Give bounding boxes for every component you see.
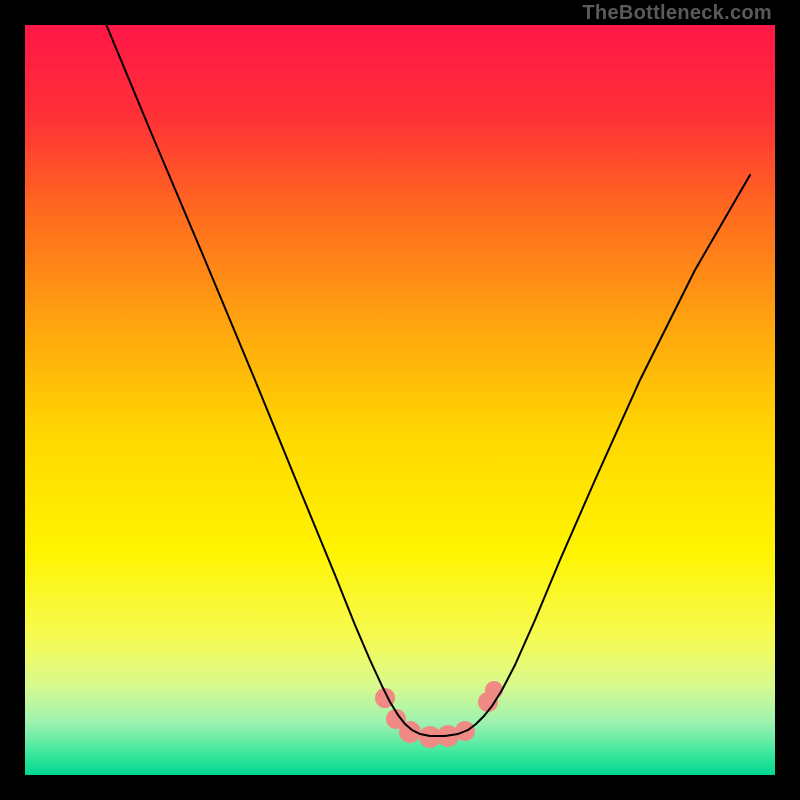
gradient-background	[25, 25, 775, 775]
accent-dot	[485, 681, 503, 699]
plot-area	[25, 25, 775, 775]
chart-svg	[25, 25, 775, 775]
chart-frame: TheBottleneck.com	[0, 0, 800, 800]
watermark-text: TheBottleneck.com	[582, 2, 772, 25]
